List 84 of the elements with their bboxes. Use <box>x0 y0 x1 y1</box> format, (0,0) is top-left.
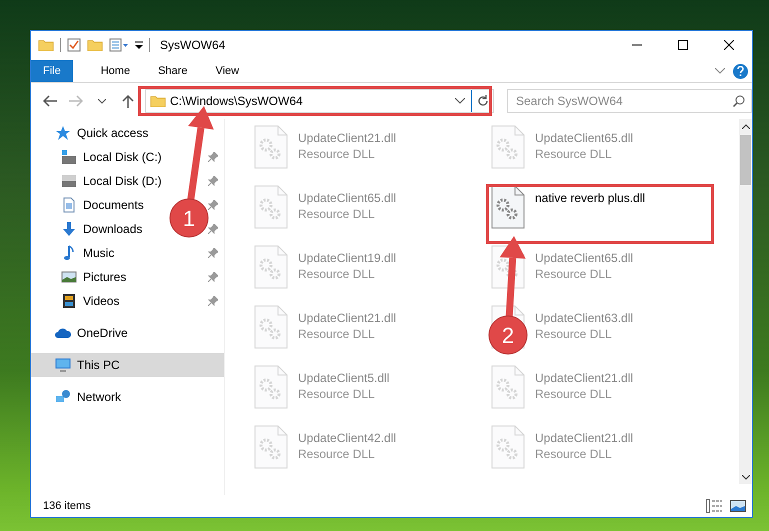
item-count: 136 items <box>43 500 91 512</box>
film-icon <box>61 293 77 309</box>
properties-icon[interactable] <box>109 38 129 52</box>
file-menu-tab[interactable]: File <box>31 60 73 82</box>
close-icon <box>724 40 734 50</box>
folder-icon <box>150 94 166 108</box>
checklist-icon[interactable] <box>67 38 81 52</box>
file-type: Resource DLL <box>298 387 376 401</box>
help-icon[interactable] <box>733 64 748 78</box>
file-type: Resource DLL <box>535 447 613 461</box>
dll-file-icon <box>491 185 525 229</box>
drive-icon <box>61 149 77 165</box>
nav-item[interactable]: Local Disk (C:) <box>83 150 162 164</box>
scrollbar[interactable] <box>739 119 752 484</box>
address-path: C:\Windows\SysWOW64 <box>169 94 304 108</box>
forward-arrow-icon <box>69 95 83 107</box>
file-type: Resource DLL <box>535 267 613 281</box>
folder-icon <box>87 38 103 52</box>
dll-file-icon <box>254 125 288 169</box>
search-field[interactable]: Search SysWOW64 <box>507 89 752 113</box>
callout-badge: 1 <box>170 198 208 238</box>
nav-item[interactable]: OneDrive <box>31 321 224 345</box>
dll-file-icon <box>254 245 288 289</box>
maximize-icon <box>678 40 688 50</box>
download-arrow-icon <box>61 221 77 237</box>
ribbon-tab[interactable]: Home <box>86 60 144 82</box>
dll-file-icon <box>254 185 288 229</box>
nav-item[interactable]: Downloads <box>83 222 142 236</box>
dll-file-icon <box>491 425 525 469</box>
minimize-icon <box>632 44 642 46</box>
nav-item[interactable]: This PC <box>31 353 224 377</box>
chevron-down-icon <box>98 98 106 104</box>
nav-item[interactable]: Music <box>83 246 114 260</box>
folder-icon <box>38 38 54 52</box>
nav-item[interactable]: Network <box>31 385 224 409</box>
file-type: Resource DLL <box>298 447 376 461</box>
monitor-icon <box>55 357 71 373</box>
refresh-icon <box>476 95 488 107</box>
dropdown-caret-icon[interactable] <box>135 40 143 50</box>
file-type: Resource DLL <box>298 147 376 161</box>
file-type: Resource DLL <box>535 147 613 161</box>
nav-item[interactable]: Documents <box>83 198 144 212</box>
pin-icon[interactable] <box>208 272 218 282</box>
up-arrow-icon <box>122 94 134 108</box>
file-type: Resource DLL <box>535 387 613 401</box>
pin-icon[interactable] <box>208 176 218 186</box>
file-type: Resource DLL <box>298 327 376 341</box>
picture-icon <box>61 269 77 285</box>
nav-item[interactable]: Local Disk (D:) <box>83 174 162 188</box>
nav-item[interactable]: Pictures <box>83 270 126 284</box>
ribbon-tab[interactable]: View <box>201 60 254 82</box>
network-icon <box>55 389 71 405</box>
file-type: Resource DLL <box>535 327 613 341</box>
back-arrow-icon <box>43 95 57 107</box>
ribbon-tab[interactable]: Share <box>144 60 202 82</box>
callout-badge: 2 <box>488 316 528 354</box>
chevron-down-icon[interactable] <box>455 98 465 104</box>
nav-item[interactable]: Videos <box>83 294 120 308</box>
details-view-icon[interactable] <box>706 499 722 513</box>
window-title: SysWOW64 <box>160 38 226 52</box>
search-icon[interactable] <box>733 95 745 107</box>
pin-icon[interactable] <box>208 152 218 162</box>
pin-icon[interactable] <box>208 224 218 234</box>
pin-icon[interactable] <box>208 296 218 306</box>
star-icon <box>55 125 71 141</box>
dll-file-icon <box>254 305 288 349</box>
dll-file-icon <box>491 125 525 169</box>
address-bar[interactable]: C:\Windows\SysWOW64 <box>145 89 494 113</box>
nav-item[interactable]: Quick access <box>31 121 224 145</box>
file-type: Resource DLL <box>298 267 376 281</box>
scroll-up-icon[interactable] <box>742 124 750 128</box>
drive-icon <box>61 173 77 189</box>
pin-icon[interactable] <box>208 248 218 258</box>
chevron-down-icon[interactable] <box>715 68 725 74</box>
dll-file-icon <box>254 365 288 409</box>
pin-icon[interactable] <box>208 200 218 210</box>
file-name[interactable]: native reverb plus.dll <box>535 191 646 205</box>
file-type: Resource DLL <box>298 207 376 221</box>
document-icon <box>61 197 77 213</box>
scroll-thumb[interactable] <box>740 135 751 185</box>
scroll-down-icon[interactable] <box>742 474 750 480</box>
dll-file-icon <box>254 425 288 469</box>
large-icons-view-icon[interactable] <box>730 499 746 513</box>
dll-file-icon <box>491 365 525 409</box>
